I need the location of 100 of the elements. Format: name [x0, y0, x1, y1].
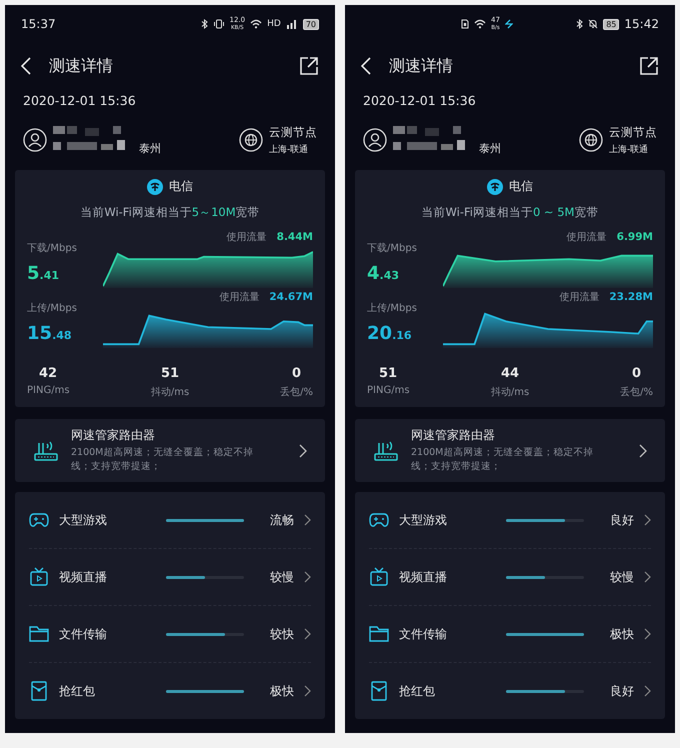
telecom-logo-icon	[487, 178, 503, 194]
router-ad-card[interactable]: 网速管家路由器 2100M超高网速；无缝全覆盖；稳定不掉线；支持宽带提速；	[15, 419, 325, 482]
chevron-right-icon	[644, 685, 651, 697]
usage-amount: 8.44M	[276, 231, 313, 243]
scenario-label: 大型游戏	[59, 512, 108, 528]
bluetooth-icon	[200, 19, 208, 29]
stat-value: 51	[378, 366, 398, 381]
envelope-icon	[29, 681, 49, 701]
quality-rating: 极快	[270, 682, 294, 700]
chevron-right-icon	[644, 628, 651, 640]
download-label: 下载/Mbps	[367, 242, 418, 255]
signal-icon	[286, 19, 298, 29]
battery-indicator: 70	[302, 18, 319, 30]
usage-label: 使用流量	[219, 290, 260, 304]
chevron-right-icon	[304, 685, 311, 697]
stat-label: 丢包/%	[280, 386, 313, 399]
node-location: 上海-联通	[269, 144, 310, 156]
clock-time: 15:37	[21, 17, 56, 31]
muted-bell-icon	[588, 19, 598, 29]
usage-amount: 23.28M	[609, 291, 653, 303]
scenario-label: 抢红包	[399, 682, 436, 700]
chevron-right-icon	[304, 514, 311, 526]
quality-rating: 流畅	[270, 512, 294, 528]
usage-label: 使用流量	[559, 290, 600, 304]
test-date: 2020-12-01 15:36	[362, 92, 477, 110]
node-location: 上海-联通	[609, 144, 650, 156]
quality-rating: 较慢	[270, 568, 294, 586]
globe-icon	[239, 128, 263, 152]
scenario-label: 抢红包	[59, 682, 96, 700]
stat-value: 51	[160, 366, 180, 381]
isp-name: 电信	[509, 178, 533, 195]
scenario-row[interactable]: 大型游戏 良好	[369, 492, 651, 548]
usage-amount: 24.67M	[269, 291, 313, 303]
globe-icon	[579, 128, 603, 152]
back-icon[interactable]	[361, 57, 371, 75]
page-title: 测速详情	[49, 56, 114, 76]
upload-label: 上传/Mbps	[367, 302, 418, 315]
scenario-label: 文件传输	[399, 626, 448, 642]
usage-label: 使用流量	[566, 230, 607, 244]
stat-label: 丢包/%	[620, 386, 653, 399]
back-icon[interactable]	[21, 57, 31, 75]
quality-rating: 较慢	[610, 568, 634, 586]
scenario-row[interactable]: 抢红包 良好	[369, 662, 651, 719]
scenario-row[interactable]: 抢红包 极快	[29, 662, 311, 719]
share-icon[interactable]	[299, 56, 319, 76]
router-title: 网速管家路由器	[411, 427, 496, 444]
quality-rating: 较快	[270, 626, 294, 642]
stat-label: 抖动/ms	[490, 386, 530, 399]
stat-value: 0	[630, 366, 642, 381]
user-icon	[23, 128, 47, 152]
tv-icon	[369, 567, 389, 587]
scenario-row[interactable]: 文件传输 极快	[369, 605, 651, 662]
stat-label: PING/ms	[27, 385, 70, 396]
stat-label: PING/ms	[367, 385, 410, 396]
gamepad-icon	[29, 512, 49, 528]
test-date: 2020-12-01 15:36	[22, 92, 137, 110]
router-ad-card[interactable]: 网速管家路由器 2100M超高网速；无缝全覆盖；稳定不掉线；支持宽带提速；	[355, 419, 665, 482]
scenario-label: 视频直播	[399, 568, 448, 586]
quality-rating: 极快	[610, 626, 634, 642]
upload-speed: 20.16	[367, 323, 413, 344]
node-label: 云测节点	[269, 124, 317, 140]
download-speed: 5.41	[27, 263, 60, 284]
battery-indicator: 85	[603, 18, 620, 30]
stat-value: 0	[290, 366, 302, 381]
sim-card-icon	[461, 19, 469, 29]
folder-icon	[29, 626, 49, 642]
speed-summary: 当前Wi-Fi网速相当于0 ~ 5M宽带	[420, 204, 600, 221]
envelope-icon	[369, 681, 389, 701]
scenario-row[interactable]: 文件传输 较快	[29, 605, 311, 662]
stat-value: 44	[500, 366, 520, 381]
router-description: 2100M超高网速；无缝全覆盖；稳定不掉线；支持宽带提速；	[71, 446, 254, 474]
stat-value: 42	[38, 366, 58, 381]
stat-label: 抖动/ms	[150, 386, 190, 399]
scenario-row[interactable]: 视频直播 较慢	[369, 548, 651, 605]
scenario-label: 视频直播	[59, 568, 108, 586]
scenario-row[interactable]: 大型游戏 流畅	[29, 492, 311, 548]
user-location: 泰州	[479, 141, 501, 156]
upload-speed: 15.48	[27, 323, 73, 344]
chevron-right-icon	[304, 571, 311, 583]
telecom-logo-icon	[147, 178, 163, 194]
upload-label: 上传/Mbps	[27, 302, 78, 315]
chevron-right-icon	[299, 444, 307, 458]
user-icon	[363, 128, 387, 152]
user-location: 泰州	[139, 141, 161, 156]
hd-label: HD	[267, 19, 281, 29]
download-label: 下载/Mbps	[27, 242, 78, 255]
scenario-row[interactable]: 视频直播 较慢	[29, 548, 311, 605]
wifi-icon	[250, 19, 262, 29]
router-description: 2100M超高网速；无缝全覆盖；稳定不掉线；支持宽带提速；	[411, 446, 594, 474]
chevron-right-icon	[304, 628, 311, 640]
node-label: 云测节点	[609, 124, 657, 140]
router-title: 网速管家路由器	[71, 427, 156, 444]
quality-rating: 良好	[610, 682, 634, 700]
page-title: 测速详情	[389, 56, 454, 76]
chevron-right-icon	[644, 514, 651, 526]
quality-rating: 良好	[610, 512, 634, 528]
tv-icon	[29, 567, 49, 587]
share-icon[interactable]	[639, 56, 659, 76]
download-speed: 4.43	[367, 263, 400, 284]
isp-name: 电信	[169, 178, 193, 195]
